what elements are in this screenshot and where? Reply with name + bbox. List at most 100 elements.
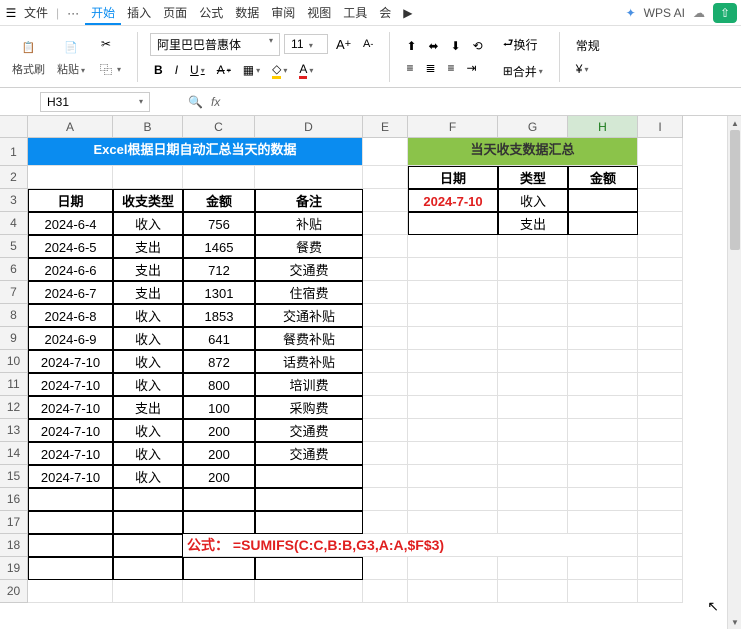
cell[interactable] [638,534,683,557]
cell[interactable] [408,304,498,327]
cell[interactable] [183,580,255,603]
col-header-G[interactable]: G [498,116,568,138]
cell[interactable] [113,534,183,557]
row-header-13[interactable]: 13 [0,419,28,442]
wps-ai-label[interactable]: WPS AI [644,6,685,20]
title-main[interactable]: Excel根据日期自动汇总当天的数据 [28,138,363,166]
cell[interactable] [638,138,683,166]
hamburger-icon[interactable]: ☰ [4,6,18,20]
cell[interactable] [568,557,638,580]
tab-review[interactable]: 审阅 [265,0,301,25]
cell[interactable] [363,419,408,442]
data-cell[interactable]: 1853 [183,304,255,327]
cell[interactable] [363,138,408,166]
row-header-7[interactable]: 7 [0,281,28,304]
cell[interactable] [498,281,568,304]
cell[interactable] [363,350,408,373]
cell[interactable] [568,580,638,603]
cell[interactable] [408,235,498,258]
cell[interactable] [408,327,498,350]
cell[interactable] [28,166,113,189]
cell[interactable] [255,511,363,534]
row-header-14[interactable]: 14 [0,442,28,465]
cell[interactable] [113,488,183,511]
scroll-down-arrow[interactable]: ▼ [728,615,741,629]
row-header-15[interactable]: 15 [0,465,28,488]
align-center-button[interactable]: ≣ [421,59,439,77]
cell[interactable] [638,350,683,373]
data-cell[interactable]: 2024-7-10 [28,396,113,419]
name-box[interactable]: H31 ▾ [40,92,150,112]
cell[interactable] [28,580,113,603]
wrap-text-button[interactable]: ⮐ 换行 [499,32,547,57]
cell[interactable] [498,350,568,373]
italic-button[interactable]: I [171,61,182,79]
data-cell[interactable] [255,465,363,488]
cell[interactable] [638,327,683,350]
cell[interactable] [568,281,638,304]
align-top-button[interactable]: ⬆ [402,37,420,55]
cell[interactable] [638,511,683,534]
cell[interactable] [113,580,183,603]
tab-formula[interactable]: 公式 [193,0,229,25]
data-cell[interactable]: 交通费 [255,258,363,281]
data-cell[interactable]: 2024-7-10 [28,350,113,373]
cell[interactable] [568,304,638,327]
cell[interactable] [183,488,255,511]
currency-button[interactable]: ¥▾ [572,60,604,78]
data-cell[interactable]: 200 [183,419,255,442]
data-cell[interactable]: 2024-7-10 [28,442,113,465]
table-header[interactable]: 金额 [183,189,255,212]
underline-button[interactable]: U▾ [186,61,209,79]
cell[interactable] [408,557,498,580]
cell[interactable] [498,557,568,580]
row-header-9[interactable]: 9 [0,327,28,350]
data-cell[interactable]: 培训费 [255,373,363,396]
cell[interactable] [568,350,638,373]
data-cell[interactable]: 2024-6-8 [28,304,113,327]
cell[interactable] [638,465,683,488]
cell[interactable] [498,511,568,534]
cell[interactable] [498,396,568,419]
tab-home[interactable]: 开始 [85,0,121,25]
data-cell[interactable]: 2024-6-7 [28,281,113,304]
cell[interactable] [498,327,568,350]
data-cell[interactable]: 2024-7-10 [28,419,113,442]
tab-tools[interactable]: 工具 [337,0,373,25]
indent-button[interactable]: ⇥ [463,59,481,77]
cell[interactable] [363,304,408,327]
cut-button[interactable]: ✂ [93,33,125,55]
cell[interactable]: 支出 [498,212,568,235]
tab-view[interactable]: 视图 [301,0,337,25]
cell[interactable] [408,580,498,603]
row-header-11[interactable]: 11 [0,373,28,396]
cell[interactable] [638,166,683,189]
increase-font-button[interactable]: A+ [332,35,355,54]
cell[interactable] [498,580,568,603]
data-cell[interactable]: 交通费 [255,419,363,442]
cell[interactable] [363,373,408,396]
cell[interactable] [638,557,683,580]
col-header-A[interactable]: A [28,116,113,138]
tab-extra[interactable]: 会 [373,0,397,25]
col-header-B[interactable]: B [113,116,183,138]
data-cell[interactable]: 2024-7-10 [28,373,113,396]
data-cell[interactable]: 支出 [113,281,183,304]
cell[interactable] [568,189,638,212]
border-button[interactable]: ▦▾ [239,61,264,79]
data-cell[interactable]: 2024-6-4 [28,212,113,235]
orientation-button[interactable]: ⟲ [469,37,487,55]
row-header-20[interactable]: 20 [0,580,28,603]
data-cell[interactable]: 200 [183,465,255,488]
data-cell[interactable]: 641 [183,327,255,350]
data-cell[interactable]: 收入 [113,212,183,235]
data-cell[interactable]: 支出 [113,235,183,258]
align-bottom-button[interactable]: ⬇ [447,37,465,55]
data-cell[interactable]: 712 [183,258,255,281]
title-summary[interactable]: 当天收支数据汇总 [408,138,638,166]
row-header-19[interactable]: 19 [0,557,28,580]
tab-insert[interactable]: 插入 [121,0,157,25]
cell[interactable] [638,212,683,235]
tab-scroll-right[interactable]: ▶ [397,2,418,24]
data-cell[interactable]: 补贴 [255,212,363,235]
